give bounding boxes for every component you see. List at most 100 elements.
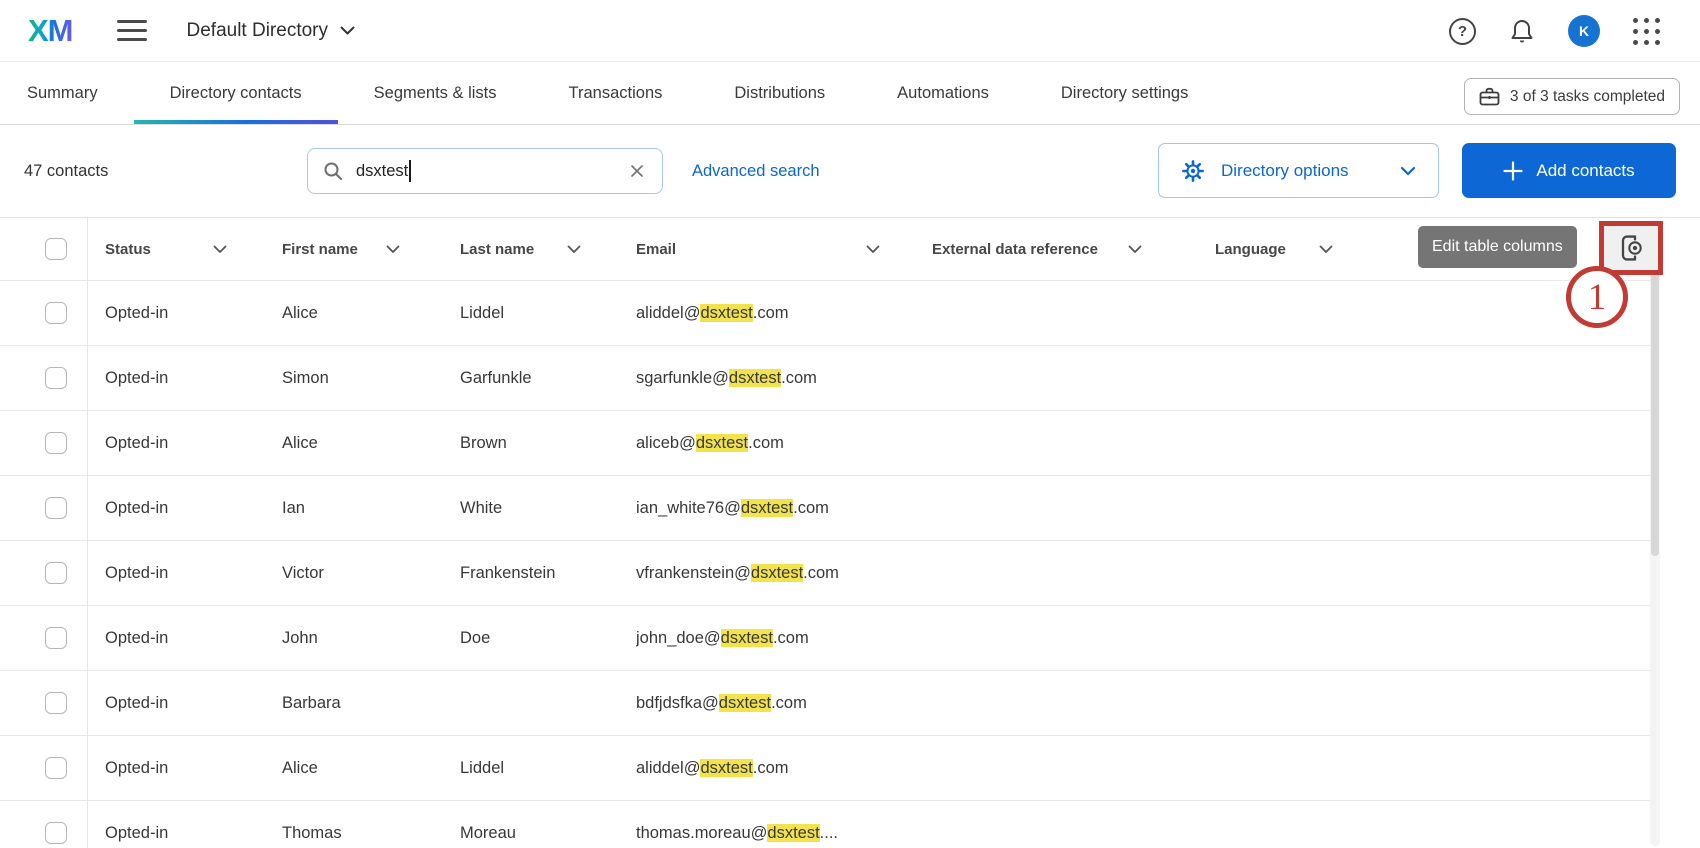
tab-label: Summary bbox=[27, 84, 98, 103]
chevron-down-icon[interactable] bbox=[1319, 245, 1333, 254]
tab-bar: Summary Directory contacts Segments & li… bbox=[0, 62, 1700, 125]
notifications-button[interactable] bbox=[1509, 17, 1535, 45]
status-cell: Opted-in bbox=[87, 564, 282, 583]
chevron-down-icon[interactable] bbox=[386, 245, 400, 254]
column-header[interactable]: Email bbox=[636, 241, 932, 258]
last-name-cell: Moreau bbox=[460, 824, 636, 843]
tab[interactable]: Distributions bbox=[698, 62, 861, 124]
tab-label: Directory contacts bbox=[170, 84, 302, 103]
tabs: Summary Directory contacts Segments & li… bbox=[0, 62, 1700, 124]
column-header-label: Status bbox=[105, 241, 151, 258]
row-checkbox[interactable] bbox=[45, 757, 67, 779]
table-row[interactable]: Opted-in Thomas Moreau thomas.moreau@dsx… bbox=[0, 800, 1652, 848]
clear-x-icon bbox=[630, 164, 644, 178]
help-icon: ? bbox=[1449, 18, 1476, 45]
tab[interactable]: Summary bbox=[0, 62, 134, 124]
xm-logo[interactable]: XM bbox=[28, 13, 73, 49]
search-input[interactable]: dsxtest bbox=[307, 148, 663, 194]
scrollbar-thumb[interactable] bbox=[1651, 226, 1659, 556]
first-name-cell: Alice bbox=[282, 434, 460, 453]
column-header-label: External data reference bbox=[932, 241, 1098, 258]
email-cell: aliddel@dsxtest.com bbox=[636, 304, 932, 323]
table-row[interactable]: Opted-in Alice Liddel aliddel@dsxtest.co… bbox=[0, 280, 1652, 345]
table-row[interactable]: Opted-in Ian White ian_white76@dsxtest.c… bbox=[0, 475, 1652, 540]
tab[interactable]: Directory contacts bbox=[134, 62, 338, 124]
table-row[interactable]: Opted-in Barbara bdfjdsfka@dsxtest.com bbox=[0, 670, 1652, 735]
topbar-actions: ? K bbox=[1449, 0, 1660, 62]
tab[interactable]: Directory settings bbox=[1025, 62, 1224, 124]
table-scrollbar[interactable] bbox=[1650, 220, 1660, 846]
row-checkbox-cell bbox=[0, 367, 87, 389]
chevron-down-icon[interactable] bbox=[567, 245, 581, 254]
table-row[interactable]: Opted-in Simon Garfunkle sgarfunkle@dsxt… bbox=[0, 345, 1652, 410]
tab-label: Directory settings bbox=[1061, 84, 1188, 103]
tab-label: Transactions bbox=[569, 84, 663, 103]
row-checkbox[interactable] bbox=[45, 497, 67, 519]
last-name-cell: Liddel bbox=[460, 759, 636, 778]
search-match-highlight: dsxtest bbox=[741, 499, 793, 517]
edit-columns-button[interactable] bbox=[1604, 226, 1658, 270]
first-name-cell: Barbara bbox=[282, 694, 460, 713]
tab[interactable]: Segments & lists bbox=[338, 62, 533, 124]
row-checkbox[interactable] bbox=[45, 822, 67, 844]
add-contacts-button[interactable]: Add contacts bbox=[1462, 143, 1676, 198]
chevron-down-icon[interactable] bbox=[1128, 245, 1142, 254]
table-row[interactable]: Opted-in John Doe john_doe@dsxtest.com bbox=[0, 605, 1652, 670]
table-row[interactable]: Opted-in Alice Brown aliceb@dsxtest.com bbox=[0, 410, 1652, 475]
select-all-checkbox[interactable] bbox=[45, 238, 67, 260]
status-cell: Opted-in bbox=[87, 369, 282, 388]
tasks-completed-label: 3 of 3 tasks completed bbox=[1510, 88, 1665, 106]
bell-icon bbox=[1509, 17, 1535, 45]
status-cell: Opted-in bbox=[87, 629, 282, 648]
first-name-cell: Alice bbox=[282, 759, 460, 778]
row-checkbox[interactable] bbox=[45, 367, 67, 389]
table-body: Opted-in Alice Liddel aliddel@dsxtest.co… bbox=[0, 280, 1652, 848]
chevron-down-icon[interactable] bbox=[213, 245, 227, 254]
table-row[interactable]: Opted-in Alice Liddel aliddel@dsxtest.co… bbox=[0, 735, 1652, 800]
email-cell: sgarfunkle@dsxtest.com bbox=[636, 369, 932, 388]
tab[interactable]: Transactions bbox=[533, 62, 699, 124]
column-header[interactable]: First name bbox=[282, 241, 460, 258]
edit-table-columns-tooltip: Edit table columns bbox=[1418, 226, 1577, 268]
last-name-cell: Garfunkle bbox=[460, 369, 636, 388]
chevron-down-icon bbox=[1400, 166, 1416, 176]
select-all-cell bbox=[0, 238, 87, 260]
table-row[interactable]: Opted-in Victor Frankenstein vfrankenste… bbox=[0, 540, 1652, 605]
directory-options-button[interactable]: Directory options bbox=[1158, 143, 1439, 198]
help-button[interactable]: ? bbox=[1449, 18, 1476, 45]
row-checkbox[interactable] bbox=[45, 432, 67, 454]
hamburger-menu-icon[interactable] bbox=[117, 16, 147, 45]
row-checkbox[interactable] bbox=[45, 692, 67, 714]
column-header[interactable]: External data reference bbox=[932, 241, 1215, 258]
directory-contacts-page: XM Default Directory ? K bbox=[0, 0, 1700, 848]
column-visibility-icon bbox=[1617, 232, 1645, 264]
chevron-down-icon bbox=[340, 26, 355, 35]
clear-search-button[interactable] bbox=[626, 160, 648, 182]
row-checkbox[interactable] bbox=[45, 562, 67, 584]
search-match-highlight: dsxtest bbox=[696, 434, 748, 452]
first-name-cell: Simon bbox=[282, 369, 460, 388]
row-checkbox[interactable] bbox=[45, 302, 67, 324]
status-cell: Opted-in bbox=[87, 499, 282, 518]
row-checkbox-cell bbox=[0, 497, 87, 519]
contacts-table: Status First name Last name bbox=[0, 217, 1700, 848]
grid-apps-icon[interactable] bbox=[1633, 18, 1660, 45]
tasks-completed-button[interactable]: 3 of 3 tasks completed bbox=[1464, 78, 1680, 115]
row-checkbox[interactable] bbox=[45, 627, 67, 649]
user-avatar[interactable]: K bbox=[1568, 15, 1600, 47]
column-header[interactable]: Last name bbox=[460, 241, 636, 258]
column-header[interactable]: Status bbox=[87, 241, 282, 258]
annotation-highlight-box bbox=[1599, 221, 1663, 275]
first-name-cell: Alice bbox=[282, 304, 460, 323]
search-match-highlight: dsxtest bbox=[700, 304, 752, 322]
status-cell: Opted-in bbox=[87, 824, 282, 843]
directory-selector[interactable]: Default Directory bbox=[187, 20, 356, 42]
advanced-search-link[interactable]: Advanced search bbox=[692, 125, 820, 217]
email-cell: ian_white76@dsxtest.com bbox=[636, 499, 932, 518]
search-match-highlight: dsxtest bbox=[719, 694, 771, 712]
chevron-down-icon[interactable] bbox=[866, 245, 880, 254]
tab[interactable]: Automations bbox=[861, 62, 1025, 124]
row-checkbox-cell bbox=[0, 627, 87, 649]
plus-icon bbox=[1503, 161, 1523, 181]
text-cursor bbox=[409, 160, 411, 182]
